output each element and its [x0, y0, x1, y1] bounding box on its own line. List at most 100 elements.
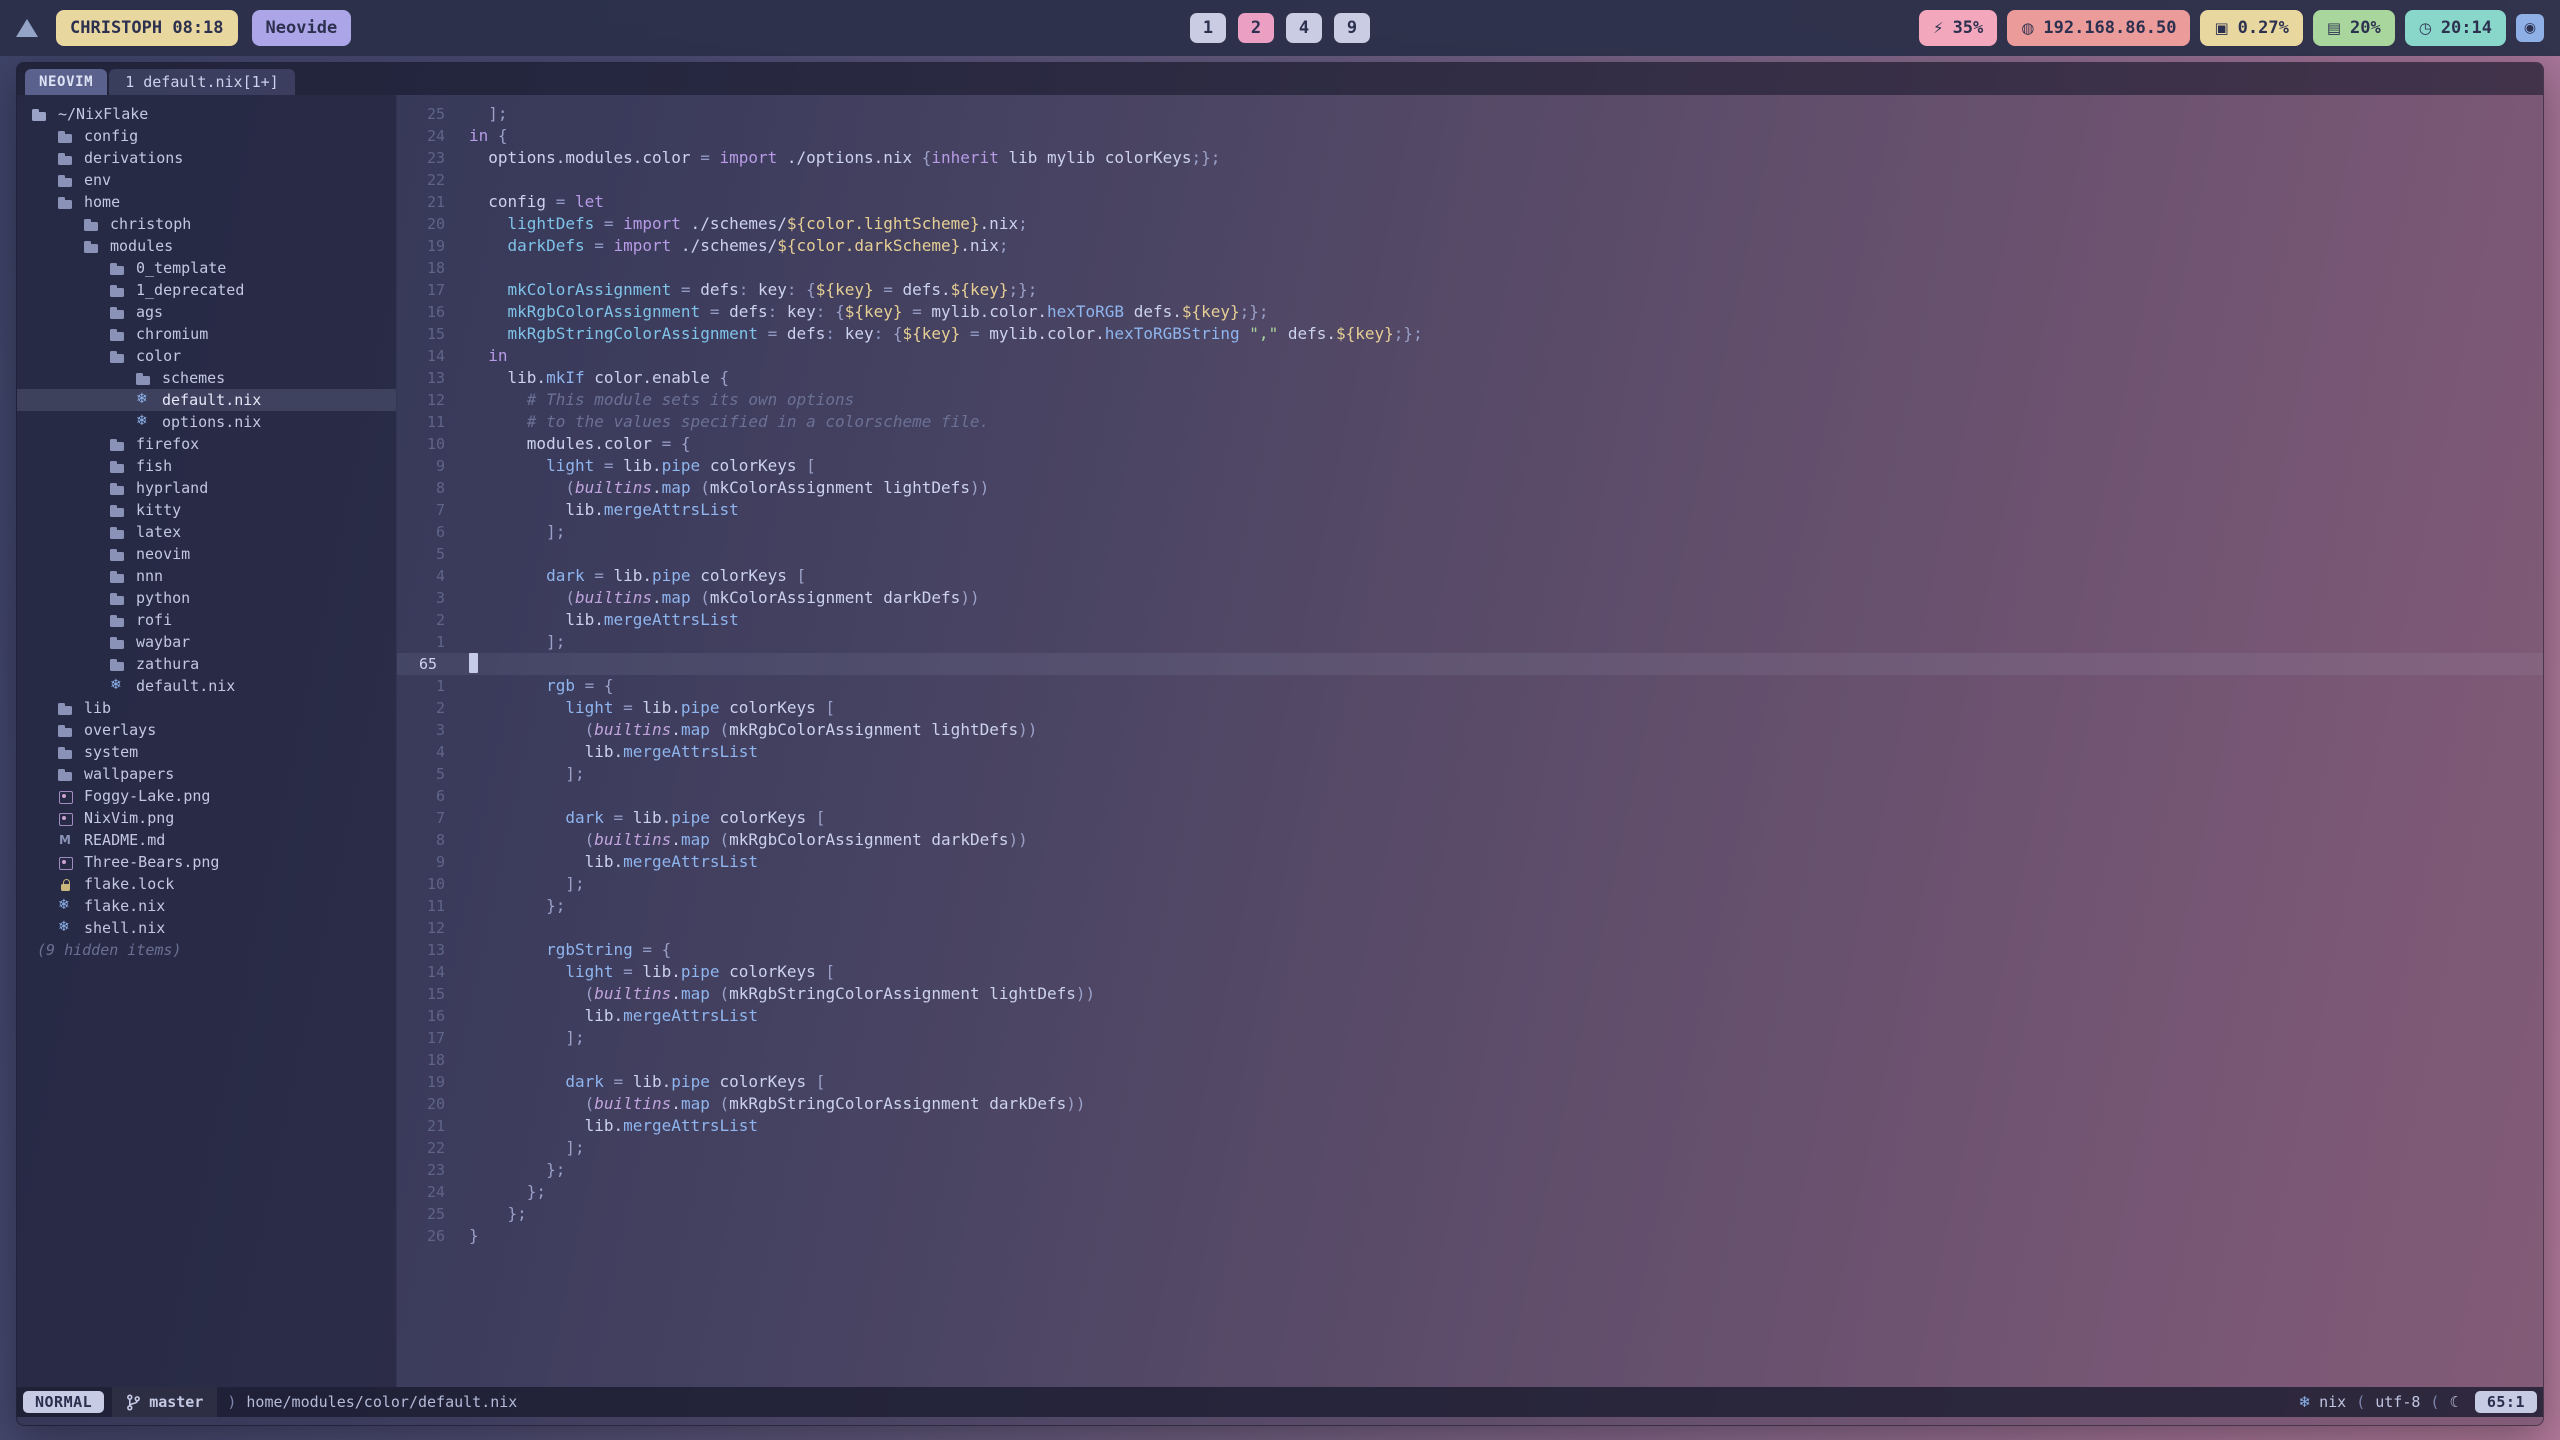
memory-badge[interactable]: ▤20%: [2313, 10, 2395, 46]
code-line[interactable]: 21 lib.mergeAttrsList: [397, 1115, 2543, 1137]
workspace-button-2[interactable]: 2: [1238, 13, 1274, 43]
code-line[interactable]: 24in {: [397, 125, 2543, 147]
code-line[interactable]: 4 lib.mergeAttrsList: [397, 741, 2543, 763]
cpu-badge[interactable]: ▣0.27%: [2200, 10, 2302, 46]
code-line[interactable]: 1 rgb = {: [397, 675, 2543, 697]
tree-item-0-template[interactable]: 0_template: [17, 257, 396, 279]
code-line[interactable]: 24 };: [397, 1181, 2543, 1203]
code-line[interactable]: 14 light = lib.pipe colorKeys [: [397, 961, 2543, 983]
code-line[interactable]: 4 dark = lib.pipe colorKeys [: [397, 565, 2543, 587]
code-line[interactable]: 19 darkDefs = import ./schemes/${color.d…: [397, 235, 2543, 257]
workspace-button-4[interactable]: 4: [1286, 13, 1322, 43]
tree-item--nixflake[interactable]: ~/NixFlake: [17, 103, 396, 125]
code-line[interactable]: 10 ];: [397, 873, 2543, 895]
code-line[interactable]: 17 ];: [397, 1027, 2543, 1049]
code-line[interactable]: 9 light = lib.pipe colorKeys [: [397, 455, 2543, 477]
code-line[interactable]: 2 light = lib.pipe colorKeys [: [397, 697, 2543, 719]
tree-item-color[interactable]: color: [17, 345, 396, 367]
workspace-button-9[interactable]: 9: [1334, 13, 1370, 43]
battery-badge[interactable]: ⚡35%: [1919, 10, 1997, 46]
tree-item-three-bears-png[interactable]: Three-Bears.png: [17, 851, 396, 873]
tree-item-modules[interactable]: modules: [17, 235, 396, 257]
tree-item-zathura[interactable]: zathura: [17, 653, 396, 675]
code-line[interactable]: 16 mkRgbColorAssignment = defs: key: {${…: [397, 301, 2543, 323]
code-line[interactable]: 21 config = let: [397, 191, 2543, 213]
code-line[interactable]: 19 dark = lib.pipe colorKeys [: [397, 1071, 2543, 1093]
tree-item-fish[interactable]: fish: [17, 455, 396, 477]
code-line[interactable]: 25 ];: [397, 103, 2543, 125]
tree-item-config[interactable]: config: [17, 125, 396, 147]
code-line[interactable]: 7 dark = lib.pipe colorKeys [: [397, 807, 2543, 829]
code-line[interactable]: 10 modules.color = {: [397, 433, 2543, 455]
tree-item-home[interactable]: home: [17, 191, 396, 213]
tree-item-kitty[interactable]: kitty: [17, 499, 396, 521]
tree-item-python[interactable]: python: [17, 587, 396, 609]
code-line[interactable]: 18: [397, 1049, 2543, 1071]
code-line[interactable]: 6 ];: [397, 521, 2543, 543]
code-line[interactable]: 3 (builtins.map (mkColorAssignment darkD…: [397, 587, 2543, 609]
code-line[interactable]: 17 mkColorAssignment = defs: key: {${key…: [397, 279, 2543, 301]
code-line[interactable]: 1 ];: [397, 631, 2543, 653]
code-line[interactable]: 12 # This module sets its own options: [397, 389, 2543, 411]
tree-item-flake-lock[interactable]: flake.lock: [17, 873, 396, 895]
clock-badge[interactable]: ◷20:14: [2405, 10, 2506, 46]
code-line[interactable]: 20 lightDefs = import ./schemes/${color.…: [397, 213, 2543, 235]
tree-item-wallpapers[interactable]: wallpapers: [17, 763, 396, 785]
tree-item-schemes[interactable]: schemes: [17, 367, 396, 389]
code-line[interactable]: 15 (builtins.map (mkRgbStringColorAssign…: [397, 983, 2543, 1005]
code-line[interactable]: 23 options.modules.color = import ./opti…: [397, 147, 2543, 169]
tree-item-foggy-lake-png[interactable]: Foggy-Lake.png: [17, 785, 396, 807]
code-line[interactable]: 26}: [397, 1225, 2543, 1247]
tree-item-neovim[interactable]: neovim: [17, 543, 396, 565]
code-line[interactable]: 18: [397, 257, 2543, 279]
code-line[interactable]: 2 lib.mergeAttrsList: [397, 609, 2543, 631]
code-line[interactable]: 22: [397, 169, 2543, 191]
tree-item-ags[interactable]: ags: [17, 301, 396, 323]
code-line[interactable]: 20 (builtins.map (mkRgbStringColorAssign…: [397, 1093, 2543, 1115]
tree-item-default-nix[interactable]: default.nix: [17, 675, 396, 697]
tree-item-rofi[interactable]: rofi: [17, 609, 396, 631]
code-line[interactable]: 11 # to the values specified in a colors…: [397, 411, 2543, 433]
tree-item-nnn[interactable]: nnn: [17, 565, 396, 587]
code-line[interactable]: 14 in: [397, 345, 2543, 367]
tree-item-system[interactable]: system: [17, 741, 396, 763]
tree-item-waybar[interactable]: waybar: [17, 631, 396, 653]
code-line[interactable]: 6: [397, 785, 2543, 807]
launcher-icon[interactable]: [16, 19, 38, 37]
code-line[interactable]: 8 (builtins.map (mkColorAssignment light…: [397, 477, 2543, 499]
tree-item-latex[interactable]: latex: [17, 521, 396, 543]
tree-item-lib[interactable]: lib: [17, 697, 396, 719]
code-line[interactable]: 22 ];: [397, 1137, 2543, 1159]
cursor-line[interactable]: 65: [397, 653, 2543, 675]
tree-item-chromium[interactable]: chromium: [17, 323, 396, 345]
code-line[interactable]: 9 lib.mergeAttrsList: [397, 851, 2543, 873]
tree-item-default-nix[interactable]: default.nix: [17, 389, 396, 411]
code-line[interactable]: 5 ];: [397, 763, 2543, 785]
tree-item-overlays[interactable]: overlays: [17, 719, 396, 741]
code-line[interactable]: 16 lib.mergeAttrsList: [397, 1005, 2543, 1027]
code-line[interactable]: 11 };: [397, 895, 2543, 917]
tree-item-options-nix[interactable]: options.nix: [17, 411, 396, 433]
tree-item-shell-nix[interactable]: shell.nix: [17, 917, 396, 939]
tree-item-hyprland[interactable]: hyprland: [17, 477, 396, 499]
code-line[interactable]: 15 mkRgbStringColorAssignment = defs: ke…: [397, 323, 2543, 345]
tab-default-nix[interactable]: 1 default.nix[1+]: [109, 69, 295, 95]
tree-item-derivations[interactable]: derivations: [17, 147, 396, 169]
code-line[interactable]: 3 (builtins.map (mkRgbColorAssignment li…: [397, 719, 2543, 741]
tree-item-christoph[interactable]: christoph: [17, 213, 396, 235]
code-line[interactable]: 7 lib.mergeAttrsList: [397, 499, 2543, 521]
code-line[interactable]: 25 };: [397, 1203, 2543, 1225]
editor-buffer[interactable]: 25 ];24in {23 options.modules.color = im…: [397, 95, 2543, 1387]
tree-item-1-deprecated[interactable]: 1_deprecated: [17, 279, 396, 301]
tray-icon[interactable]: ◉: [2516, 14, 2544, 42]
network-badge[interactable]: ◍192.168.86.50: [2007, 10, 2190, 46]
code-line[interactable]: 23 };: [397, 1159, 2543, 1181]
tree-item-flake-nix[interactable]: flake.nix: [17, 895, 396, 917]
workspace-button-1[interactable]: 1: [1190, 13, 1226, 43]
tree-item-env[interactable]: env: [17, 169, 396, 191]
code-line[interactable]: 8 (builtins.map (mkRgbColorAssignment da…: [397, 829, 2543, 851]
code-line[interactable]: 12: [397, 917, 2543, 939]
tree-item-nixvim-png[interactable]: NixVim.png: [17, 807, 396, 829]
tree-item-firefox[interactable]: firefox: [17, 433, 396, 455]
code-line[interactable]: 13 rgbString = {: [397, 939, 2543, 961]
